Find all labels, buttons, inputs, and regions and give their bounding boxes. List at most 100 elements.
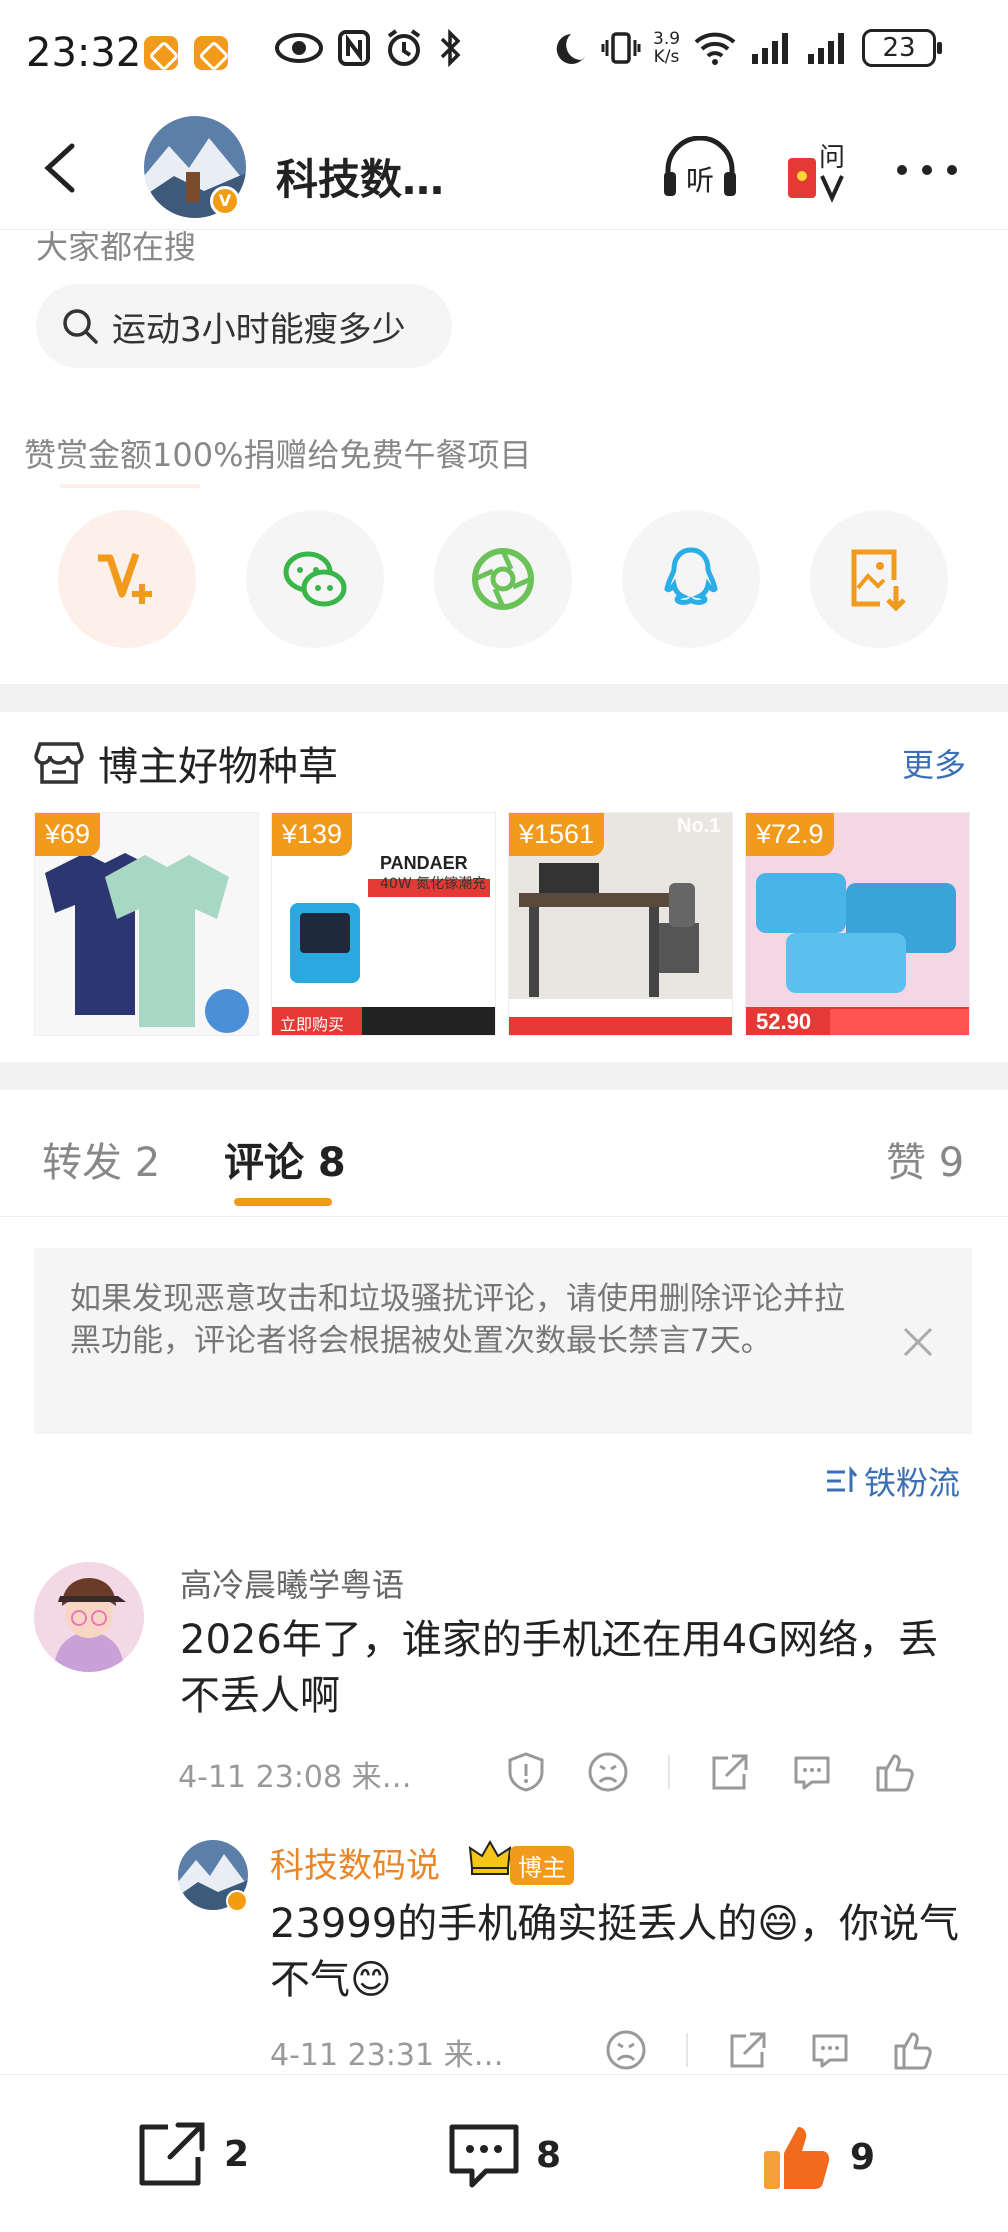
product-price: ¥1561 (509, 813, 605, 856)
qq-icon (664, 547, 718, 605)
network-speed: 3.9 K/s (653, 29, 681, 67)
commenter-avatar[interactable] (34, 1562, 144, 1672)
save-image-icon (851, 549, 906, 612)
share-icon[interactable] (708, 1750, 752, 1794)
share-wechat-button[interactable] (246, 510, 384, 648)
crown-icon (468, 1839, 512, 1875)
author-name[interactable]: 科技数… (276, 146, 444, 207)
back-arrow-icon[interactable] (32, 138, 92, 198)
share-row (58, 510, 958, 650)
action-separator (686, 2033, 688, 2067)
tab-comment[interactable]: 评论 8 (224, 1130, 346, 1188)
close-icon[interactable] (902, 1326, 934, 1358)
share-moments-button[interactable] (434, 510, 572, 648)
signal-icon (752, 33, 789, 64)
app-notification-icon (144, 36, 178, 70)
sort-icon (827, 1465, 858, 1492)
product-card-desk[interactable]: ¥1561 No.1 (508, 812, 733, 1036)
verified-badge-icon (226, 1890, 248, 1912)
headphones-listen-icon[interactable]: 听 (660, 136, 740, 200)
comment-bubble-icon (449, 2124, 519, 2188)
wechat-icon (283, 551, 347, 607)
product-card-polo[interactable]: ¥69 (34, 812, 259, 1036)
active-tab-indicator (234, 1198, 332, 1206)
comment-icon[interactable] (790, 1750, 834, 1794)
tab-repost[interactable]: 转发 2 (42, 1130, 160, 1188)
product-card-charger[interactable]: ¥139 PANDAER 40W 氮化镓潮充 立即购买 (271, 812, 496, 1036)
signal-icon (808, 33, 845, 64)
like-thumb-icon[interactable] (890, 2028, 934, 2072)
moments-icon (472, 548, 534, 610)
commenter-name[interactable]: 高冷晨曦学粤语 (180, 1560, 404, 1606)
battery-indicator: 23 (862, 29, 943, 67)
shop-icon (34, 742, 84, 784)
search-icon (63, 309, 98, 344)
reply-text: 23999的手机确实挺丢人的😄，你说气不气😊 (270, 1901, 959, 2003)
comment-button[interactable]: 8 (446, 2119, 561, 2191)
svg-text:问: 问 (819, 143, 845, 173)
product-brand: PANDAER (380, 853, 468, 873)
tab-divider (0, 1216, 1008, 1217)
replier-name[interactable]: 科技数码说 (270, 1838, 440, 1887)
products-title: 博主好物种草 (98, 744, 338, 790)
bluetooth-icon (440, 28, 461, 68)
products-more-link[interactable]: 更多 (902, 740, 966, 786)
donation-text: 赞赏金额100%捐赠给免费午餐项目 (24, 436, 532, 474)
comment-icon[interactable] (808, 2028, 852, 2072)
comment-time: 4-11 23:08 来… (178, 1760, 412, 1795)
repost-button[interactable]: 2 (134, 2119, 249, 2189)
status-time: 23:32 (26, 30, 142, 76)
comment-actions (504, 1750, 954, 1794)
bottom-action-bar: 2 8 9 (0, 2074, 1008, 2232)
share-qq-button[interactable] (622, 510, 760, 648)
alarm-icon (387, 29, 421, 66)
repost-icon (139, 2122, 205, 2186)
reply-time: 4-11 23:31 来… (270, 2038, 504, 2073)
repost-count: 2 (224, 2133, 250, 2175)
product-card-wipes[interactable]: ¥72.9 52.90 (745, 812, 970, 1036)
sort-toggle[interactable]: 铁粉流 (824, 1458, 960, 1504)
product-rank-tag: No.1 (677, 815, 721, 837)
section-divider (0, 684, 1008, 712)
comment-count: 8 (536, 2134, 562, 2176)
red-packet-ask-icon[interactable]: 问 (784, 136, 854, 206)
product-bottom-price: 52.90 (756, 1009, 812, 1034)
notice-text: 如果发现恶意攻击和垃圾骚扰评论，请使用删除评论并拉黑功能，评论者将会根据被处置次… (70, 1281, 845, 1359)
comment-text: 2026年了，谁家的手机还在用4G网络，丢不丢人啊 (180, 1617, 939, 1719)
like-count: 9 (850, 2136, 876, 2178)
top-nav-bar: V 科技数… 听 问 (0, 110, 1008, 230)
save-image-button[interactable] (810, 510, 948, 648)
product-price: ¥72.9 (746, 813, 834, 856)
reward-v-icon (98, 552, 152, 604)
tab-like[interactable]: 赞 9 (886, 1130, 964, 1188)
more-options-icon[interactable] (892, 160, 962, 180)
section-divider (0, 1062, 1008, 1090)
verified-badge-icon: V (210, 186, 240, 216)
product-price: ¥69 (35, 813, 101, 856)
dislike-face-icon[interactable] (604, 2028, 648, 2072)
status-bar: 23:32 3.9 K/s 23 (0, 0, 1008, 110)
product-buy-tag: 立即购买 (280, 1015, 345, 1034)
wifi-icon (694, 32, 736, 65)
app-notification-icon (194, 36, 228, 70)
dislike-face-icon[interactable] (586, 1750, 630, 1794)
share-icon[interactable] (726, 2028, 770, 2072)
svg-text:听: 听 (686, 164, 714, 197)
reward-button[interactable] (58, 510, 196, 648)
reply-actions (604, 2028, 972, 2072)
eye-icon (275, 33, 323, 63)
liked-thumb-icon (764, 2127, 830, 2189)
like-button[interactable]: 9 (760, 2119, 875, 2195)
action-separator (668, 1755, 670, 1789)
like-thumb-icon[interactable] (872, 1750, 916, 1794)
hot-search-query: 运动3小时能瘦多少 (112, 309, 406, 350)
moderation-notice: 如果发现恶意攻击和垃圾骚扰评论，请使用删除评论并拉黑功能，评论者将会根据被处置次… (34, 1248, 972, 1434)
product-list: ¥69 ¥139 PANDAER 40W 氮化镓潮充 立即购买 ¥1561 No… (34, 812, 970, 1036)
hot-search-pill[interactable]: 运动3小时能瘦多少 (36, 284, 452, 368)
product-spec: 40W 氮化镓潮充 (380, 876, 487, 892)
report-shield-icon[interactable] (504, 1750, 548, 1794)
author-badge: 博主 (510, 1846, 574, 1885)
product-price: ¥139 (272, 813, 353, 856)
sort-label: 铁粉流 (864, 1464, 961, 1502)
moon-icon (556, 34, 585, 64)
